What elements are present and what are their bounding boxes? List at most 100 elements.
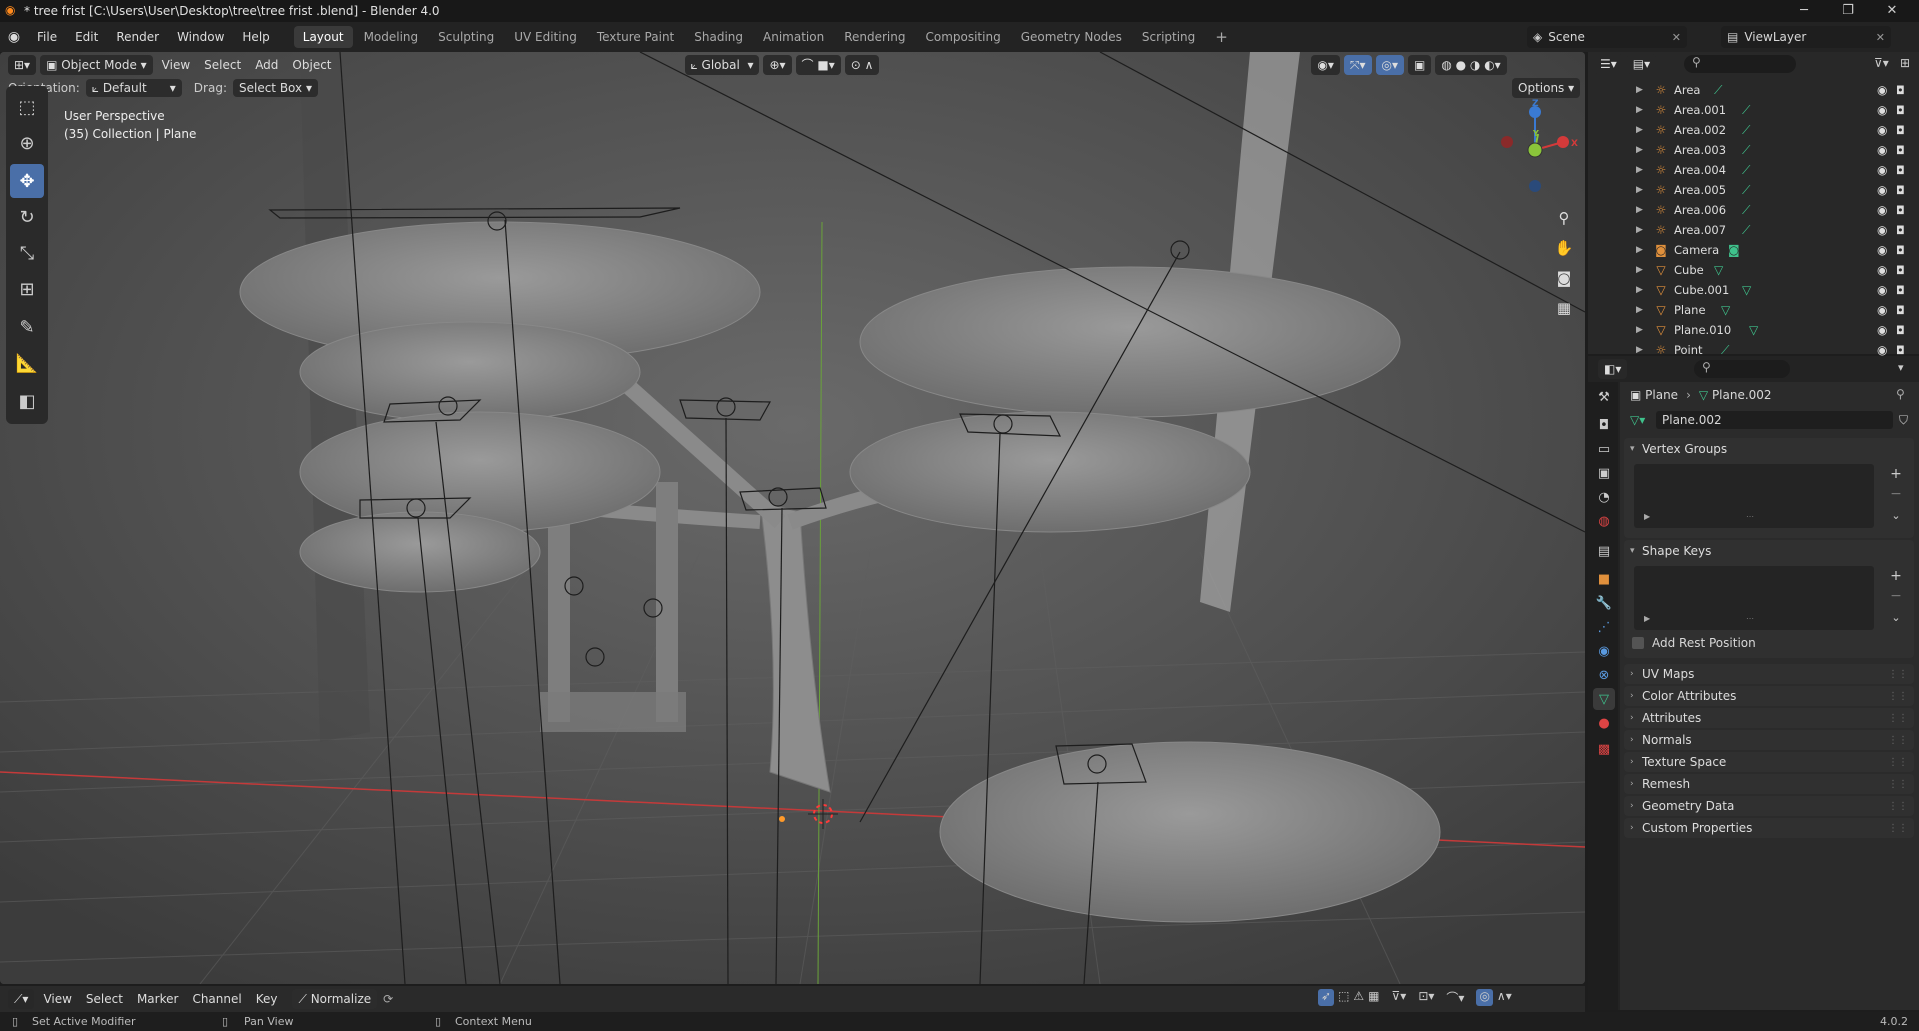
timeline-menu-view[interactable]: View [36, 986, 78, 1012]
pivot-icon[interactable]: ⊡▾ [1418, 989, 1434, 1006]
outliner-item[interactable]: ▶ ◙ Camera ◙ ◉ ◘ [1588, 240, 1919, 260]
outliner-item[interactable]: ▶ ▽ Plane ▽ ◉ ◘ [1588, 300, 1919, 320]
menu-edit[interactable]: Edit [66, 22, 107, 52]
drag-dropdown[interactable]: Select Box ▾ [232, 79, 318, 97]
tab-constraints[interactable]: ⊗ [1593, 664, 1615, 686]
remove-shape-key-button[interactable]: − [1886, 586, 1906, 606]
drag-handle-icon[interactable]: ⋮⋮ [1888, 823, 1908, 834]
collapsed-panel[interactable]: › UV Maps ⋮⋮ [1624, 664, 1914, 684]
outliner-item[interactable]: ▶ ▽ Cube.001 ▽ ◉ ◘ [1588, 280, 1919, 300]
falloff-icon[interactable]: ∧▾ [1497, 989, 1512, 1006]
tab-world[interactable]: ◍ [1593, 510, 1615, 532]
drag-handle-icon[interactable]: ⋮⋮ [1888, 757, 1908, 768]
tab-render[interactable]: ◘ [1593, 414, 1615, 436]
outliner-item[interactable]: ▶ ☼ Area.004 ⟋ ◉ ◘ [1588, 160, 1919, 180]
viewport-menu-add[interactable]: Add [248, 52, 285, 78]
render-visibility-icon[interactable]: ◘ [1896, 224, 1905, 237]
collapsed-panel[interactable]: › Remesh ⋮⋮ [1624, 774, 1914, 794]
add-rest-position-row[interactable]: Add Rest Position [1632, 636, 1756, 650]
rotate-tool[interactable]: ↻ [10, 200, 44, 234]
pan-view-button[interactable]: ✋ [1550, 234, 1578, 262]
close-icon[interactable]: ✕ [1672, 31, 1687, 44]
tab-object[interactable]: ■ [1593, 568, 1615, 590]
eye-icon[interactable]: ◉ [1877, 203, 1887, 217]
camera-view-button[interactable]: ◙ [1550, 264, 1578, 292]
workspace-tab-modeling[interactable]: Modeling [355, 26, 428, 48]
datablock-selector[interactable]: ▽▾ Plane.002 ⛉ [1630, 410, 1908, 430]
filter-icon[interactable]: ⊽▾ [1874, 56, 1889, 70]
new-collection-icon[interactable]: ⊞ [1900, 56, 1910, 70]
outliner-item[interactable]: ▶ ☼ Area.003 ⟋ ◉ ◘ [1588, 140, 1919, 160]
render-visibility-icon[interactable]: ◘ [1896, 164, 1905, 177]
expand-arrow-icon[interactable]: ▶ [1636, 265, 1643, 275]
tab-particles[interactable]: ⋰ [1593, 616, 1615, 638]
close-icon[interactable]: ✕ [1870, 0, 1914, 22]
gizmo-toggle[interactable]: ⤧▾ [1343, 55, 1372, 75]
render-visibility-icon[interactable]: ◘ [1896, 244, 1905, 257]
workspace-tab-rendering[interactable]: Rendering [835, 26, 914, 48]
normalize-toggle[interactable]: ⟋ Normalize [292, 989, 378, 1009]
zoom-view-button[interactable]: ⚲ [1550, 204, 1578, 232]
cursor-tool[interactable]: ⊕ [10, 126, 44, 160]
tab-material[interactable]: ● [1593, 712, 1615, 734]
eye-icon[interactable]: ◉ [1877, 343, 1887, 357]
editor-type-button[interactable]: ⊞▾ [8, 55, 37, 75]
proportional-edit-toggle[interactable]: ⊙ ∧ [844, 55, 880, 75]
eye-icon[interactable]: ◉ [1877, 263, 1887, 277]
drag-handle-icon[interactable]: ⋮⋮ [1888, 779, 1908, 790]
box-select-icon[interactable]: ⬚ [1338, 989, 1349, 1006]
eye-icon[interactable]: ◉ [1877, 323, 1887, 337]
collapsed-panel[interactable]: › Texture Space ⋮⋮ [1624, 752, 1914, 772]
measure-tool[interactable]: 📐 [10, 346, 44, 380]
outliner-editor-type[interactable]: ☰▾ [1594, 54, 1623, 74]
shape-keys-list[interactable]: ▶ ⋯ [1634, 566, 1874, 630]
timeline-menu-select[interactable]: Select [79, 986, 130, 1012]
drag-handle-icon[interactable]: ⋮⋮ [1888, 691, 1908, 702]
transform-tool[interactable]: ⊞ [10, 272, 44, 306]
play-icon[interactable]: ▶ [1644, 614, 1650, 623]
eye-icon[interactable]: ◉ [1877, 103, 1887, 117]
outliner-item[interactable]: ▶ ☼ Area.006 ⟋ ◉ ◘ [1588, 200, 1919, 220]
outliner-item[interactable]: ▶ ☼ Area ⟋ ◉ ◘ [1588, 80, 1919, 100]
timeline-editor-type[interactable]: ⟋▾ [8, 989, 35, 1009]
minimize-icon[interactable]: ─ [1782, 0, 1826, 22]
menu-help[interactable]: Help [233, 22, 278, 52]
add-cube-tool[interactable]: ◧ [10, 384, 44, 418]
outliner-item[interactable]: ▶ ☼ Area.005 ⟋ ◉ ◘ [1588, 180, 1919, 200]
workspace-tab-compositing[interactable]: Compositing [916, 26, 1009, 48]
tab-tool[interactable]: ⚒ [1593, 386, 1615, 408]
workspace-tab-shading[interactable]: Shading [685, 26, 752, 48]
drag-handle-icon[interactable]: ⋮⋮ [1888, 669, 1908, 680]
display-mode-dropdown[interactable]: ▤▾ [1626, 54, 1657, 74]
snap-toggle[interactable]: ⌒ ■▾ [795, 55, 841, 75]
tab-modifiers[interactable]: 🔧 [1593, 592, 1615, 614]
outliner-search-input[interactable]: ⚲ [1684, 55, 1796, 73]
properties-editor-type[interactable]: ◧▾ [1598, 359, 1628, 379]
workspace-tab-sculpting[interactable]: Sculpting [429, 26, 503, 48]
tab-view-layer[interactable]: ▣ [1593, 462, 1615, 484]
menu-file[interactable]: File [28, 22, 66, 52]
expand-arrow-icon[interactable]: ▶ [1636, 305, 1643, 315]
eye-icon[interactable]: ◉ [1877, 303, 1887, 317]
transform-orientation-dropdown[interactable]: ⟀ Global ▾ [684, 55, 760, 75]
xray-toggle[interactable]: ▣ [1408, 55, 1432, 75]
overlay-toggle[interactable]: ◎▾ [1375, 55, 1405, 75]
render-visibility-icon[interactable]: ◘ [1896, 104, 1905, 117]
select-tool-icon[interactable]: ➶ [1318, 989, 1335, 1006]
axis-gizmo-svg[interactable]: Z Y X [1490, 90, 1580, 200]
add-workspace-icon[interactable]: + [1206, 26, 1237, 48]
workspace-tab-geometry-nodes[interactable]: Geometry Nodes [1012, 26, 1131, 48]
resize-handle-icon[interactable]: ⋯ [1746, 614, 1754, 623]
refresh-icon[interactable]: ⟳ [383, 992, 393, 1006]
scale-tool[interactable]: ⤡ [10, 236, 44, 270]
eye-icon[interactable]: ◉ [1877, 143, 1887, 157]
tab-output[interactable]: ▭ [1593, 438, 1615, 460]
add-rest-position-checkbox[interactable] [1632, 637, 1644, 649]
vertex-groups-list[interactable]: ▶ ⋯ [1634, 464, 1874, 528]
expand-arrow-icon[interactable]: ▶ [1636, 165, 1643, 175]
viewlayer-selector[interactable]: ▤ ViewLayer ✕ [1721, 26, 1891, 48]
resize-handle-icon[interactable]: ⋯ [1746, 512, 1754, 521]
tab-scene[interactable]: ◔ [1593, 486, 1615, 508]
render-visibility-icon[interactable]: ◘ [1896, 184, 1905, 197]
chevron-down-icon[interactable]: ⌄ [1886, 506, 1906, 526]
